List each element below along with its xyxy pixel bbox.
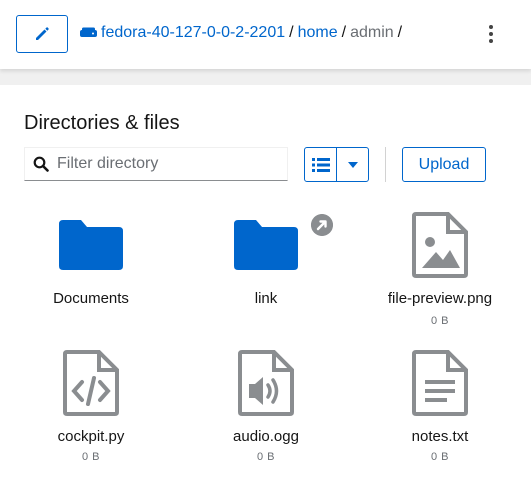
file-size: 0 B	[430, 315, 449, 327]
file-name: cockpit.py	[57, 428, 125, 445]
file-name: notes.txt	[411, 428, 469, 445]
caret-down-icon	[347, 161, 358, 168]
file-size: 0 B	[81, 451, 100, 463]
audio-file-icon	[238, 350, 294, 416]
view-toggle-dropdown[interactable]	[304, 147, 369, 182]
filter-input[interactable]	[57, 155, 277, 173]
file-name: audio.ogg	[233, 428, 299, 445]
folder-icon	[234, 220, 298, 270]
symlink-arrow-icon	[311, 214, 333, 236]
list-view-icon	[311, 157, 330, 172]
breadcrumb-separator: /	[341, 24, 347, 41]
breadcrumb: fedora-40-127-0-0-2-2201 / home / admin …	[80, 24, 406, 42]
file-item-audio-ogg[interactable]: audio.ogg 0 B	[186, 350, 346, 466]
image-file-icon	[412, 212, 468, 278]
list-view-button[interactable]	[305, 148, 336, 181]
filter-field[interactable]	[24, 147, 288, 181]
text-file-icon	[412, 350, 468, 416]
file-item-file-preview[interactable]: file-preview.png 0 B	[360, 212, 520, 328]
view-dropdown-button[interactable]	[336, 148, 368, 181]
file-size: 0 B	[256, 451, 275, 463]
toolbar-divider	[385, 147, 386, 182]
pencil-icon	[36, 27, 49, 40]
file-item-notes-txt[interactable]: notes.txt 0 B	[360, 350, 520, 466]
server-icon	[80, 27, 97, 37]
section-title: Directories & files	[24, 112, 180, 134]
folder-icon	[59, 220, 123, 270]
code-file-icon	[63, 350, 119, 416]
breadcrumb-current: admin	[350, 24, 394, 41]
file-item-cockpit-py[interactable]: cockpit.py 0 B	[11, 350, 171, 466]
kebab-icon[interactable]	[484, 22, 498, 46]
file-item-documents[interactable]: Documents	[11, 220, 171, 320]
edit-path-button[interactable]	[16, 15, 68, 53]
search-icon	[33, 156, 49, 172]
toolbar-divider-band	[0, 69, 531, 85]
breadcrumb-host-link[interactable]: fedora-40-127-0-0-2-2201	[101, 24, 285, 42]
breadcrumb-separator: /	[289, 24, 294, 41]
breadcrumb-home-link[interactable]: home	[298, 24, 338, 42]
file-size: 0 B	[430, 451, 449, 463]
file-name: Documents	[53, 290, 129, 307]
file-name: file-preview.png	[387, 290, 493, 307]
breadcrumb-separator: /	[397, 24, 403, 41]
upload-button[interactable]: Upload	[402, 147, 486, 182]
top-toolbar: fedora-40-127-0-0-2-2201 / home / admin …	[0, 0, 531, 69]
file-name: link	[254, 290, 278, 307]
